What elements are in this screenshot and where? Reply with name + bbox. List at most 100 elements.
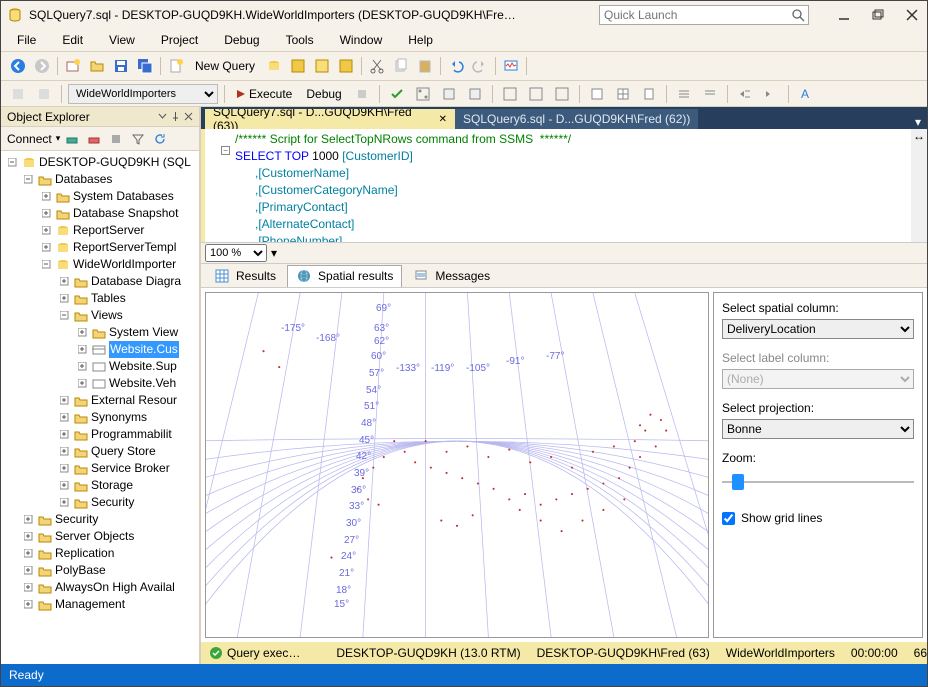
- paste-button[interactable]: [414, 55, 436, 77]
- menu-window[interactable]: Window: [330, 31, 393, 49]
- slider-thumb[interactable]: [732, 474, 744, 490]
- results-text-button[interactable]: [586, 83, 608, 105]
- disconnect-icon[interactable]: [86, 132, 102, 146]
- tree-extres[interactable]: External Resour: [91, 392, 177, 409]
- outdent-button[interactable]: [760, 83, 782, 105]
- dropdown-icon[interactable]: [158, 112, 167, 121]
- tree-programmability[interactable]: Programmabilit: [91, 426, 172, 443]
- tree-website-vehicles[interactable]: Website.Veh: [109, 375, 176, 392]
- refresh-icon[interactable]: [152, 132, 168, 146]
- tree-server[interactable]: DESKTOP-GUQD9KH (SQL: [39, 154, 191, 171]
- zoom-select[interactable]: 100 %: [205, 244, 267, 262]
- close-button[interactable]: [903, 6, 921, 24]
- stop-button[interactable]: [351, 83, 373, 105]
- minimize-button[interactable]: [835, 6, 853, 24]
- client-stats-button[interactable]: [551, 83, 573, 105]
- tree-querystore[interactable]: Query Store: [91, 443, 156, 460]
- tree-management[interactable]: Management: [55, 596, 125, 613]
- menu-view[interactable]: View: [99, 31, 145, 49]
- quick-launch-input[interactable]: [599, 5, 809, 25]
- indent-button[interactable]: [734, 83, 756, 105]
- zoom-slider[interactable]: [722, 469, 914, 495]
- database-select[interactable]: WideWorldImporters: [68, 84, 218, 104]
- query-options-button[interactable]: [438, 83, 460, 105]
- tree-serverobjects[interactable]: Server Objects: [55, 528, 134, 545]
- tree-tables[interactable]: Tables: [91, 290, 126, 307]
- estimated-plan-button[interactable]: [412, 83, 434, 105]
- tree-alwayson[interactable]: AlwaysOn High Availal: [55, 579, 175, 596]
- object-tree[interactable]: DESKTOP-GUQD9KH (SQL Databases System Da…: [1, 151, 199, 664]
- tab-spatial[interactable]: Spatial results: [287, 265, 402, 287]
- tree-snapshot[interactable]: Database Snapshot: [73, 205, 178, 222]
- parse-button[interactable]: [386, 83, 408, 105]
- tree-views[interactable]: Views: [91, 307, 123, 324]
- tree-website-suppliers[interactable]: Website.Sup: [109, 358, 177, 375]
- menu-help[interactable]: Help: [398, 31, 443, 49]
- menu-tools[interactable]: Tools: [276, 31, 324, 49]
- copy-button[interactable]: [390, 55, 412, 77]
- live-stats-button[interactable]: [525, 83, 547, 105]
- actual-plan-button[interactable]: [499, 83, 521, 105]
- zoom-dropdown-icon[interactable]: ▾: [271, 246, 277, 260]
- connect-db-button[interactable]: [7, 83, 29, 105]
- results-file-button[interactable]: [638, 83, 660, 105]
- menu-debug[interactable]: Debug: [214, 31, 269, 49]
- tree-servicebroker[interactable]: Service Broker: [91, 460, 170, 477]
- change-conn-button[interactable]: [33, 83, 55, 105]
- menu-project[interactable]: Project: [151, 31, 208, 49]
- fold-icon[interactable]: −: [221, 146, 230, 155]
- tab-messages[interactable]: Messages: [404, 265, 499, 287]
- results-grid-button[interactable]: [612, 83, 634, 105]
- maximize-button[interactable]: [869, 6, 887, 24]
- comment-button[interactable]: [673, 83, 695, 105]
- cut-button[interactable]: [366, 55, 388, 77]
- tab-overflow-button[interactable]: ▾: [909, 115, 927, 129]
- tree-wwi[interactable]: WideWorldImporter: [73, 256, 176, 273]
- tree-sysdb[interactable]: System Databases: [73, 188, 174, 205]
- tree-website-customers[interactable]: Website.Cus: [109, 341, 179, 358]
- db-engine-query-button[interactable]: [263, 55, 285, 77]
- debug-button[interactable]: Debug: [301, 86, 346, 102]
- tree-polybase[interactable]: PolyBase: [55, 562, 106, 579]
- tree-diagrams[interactable]: Database Diagra: [91, 273, 181, 290]
- new-project-button[interactable]: [62, 55, 84, 77]
- tree-security-db[interactable]: Security: [91, 494, 134, 511]
- intellisense-button[interactable]: [464, 83, 486, 105]
- uncomment-button[interactable]: [699, 83, 721, 105]
- stop-icon[interactable]: [108, 132, 124, 146]
- connect-icon[interactable]: [64, 132, 80, 146]
- specify-values-button[interactable]: A: [795, 83, 817, 105]
- activity-monitor-button[interactable]: [500, 55, 522, 77]
- open-file-button[interactable]: [86, 55, 108, 77]
- nav-forward-button[interactable]: [31, 55, 53, 77]
- tree-replication[interactable]: Replication: [55, 545, 114, 562]
- gridlines-checkbox[interactable]: [722, 512, 735, 525]
- analysis-query-button[interactable]: [287, 55, 309, 77]
- nav-back-button[interactable]: [7, 55, 29, 77]
- tree-reportservertemp[interactable]: ReportServerTempl: [73, 239, 176, 256]
- save-button[interactable]: [110, 55, 132, 77]
- tab-query6[interactable]: SQLQuery6.sql - D...GUQD9KH\Fred (62)): [455, 109, 698, 129]
- mdx-query-button[interactable]: [311, 55, 333, 77]
- menu-edit[interactable]: Edit: [52, 31, 93, 49]
- menu-file[interactable]: File: [7, 31, 46, 49]
- scrollbar[interactable]: [911, 143, 927, 242]
- xmla-query-button[interactable]: [335, 55, 357, 77]
- projection-select[interactable]: Bonne: [722, 419, 914, 439]
- split-icon[interactable]: ↔: [911, 129, 927, 143]
- redo-button[interactable]: [469, 55, 491, 77]
- pin-icon[interactable]: [171, 112, 180, 121]
- spatial-map[interactable]: -175° -168° -133° -119° -105° -91° -77° …: [205, 292, 709, 638]
- filter-icon[interactable]: [130, 132, 146, 146]
- tab-results[interactable]: Results: [205, 265, 285, 287]
- tree-reportserver[interactable]: ReportServer: [73, 222, 144, 239]
- sql-editor[interactable]: − /****** Script for SelectTopNRows comm…: [201, 129, 927, 242]
- tree-storage[interactable]: Storage: [91, 477, 133, 494]
- tree-databases[interactable]: Databases: [55, 171, 112, 188]
- spatial-column-select[interactable]: DeliveryLocation: [722, 319, 914, 339]
- tab-query7[interactable]: SQLQuery7.sql - D...GUQD9KH\Fred (63))✕: [205, 109, 455, 129]
- execute-button[interactable]: Execute: [231, 86, 297, 102]
- save-all-button[interactable]: [134, 55, 156, 77]
- undo-button[interactable]: [445, 55, 467, 77]
- new-query-button[interactable]: New Query: [189, 57, 261, 75]
